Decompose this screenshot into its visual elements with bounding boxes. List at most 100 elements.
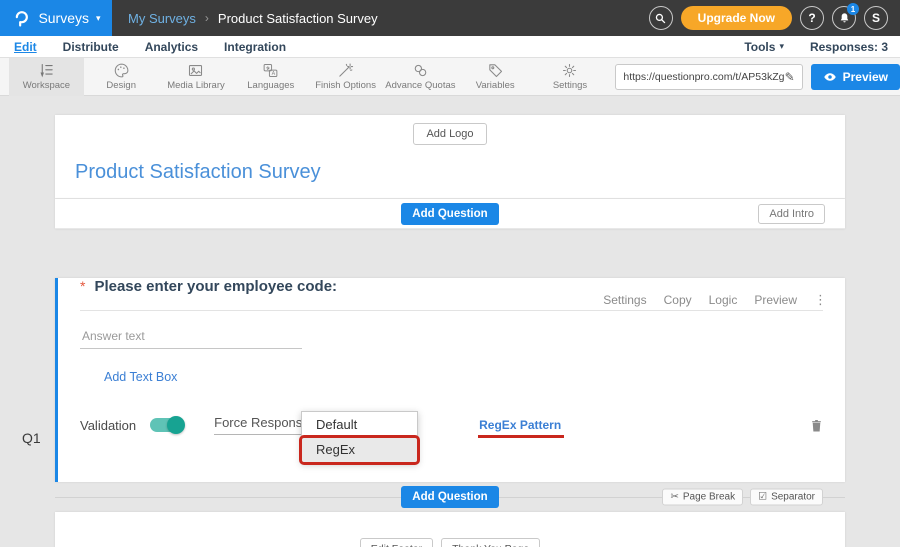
toolbar-item-label: Settings bbox=[553, 80, 587, 91]
subnav-right: Tools ▾ Responses: 3 bbox=[744, 40, 900, 54]
chevron-down-icon: ▾ bbox=[779, 42, 784, 51]
upgrade-now-button[interactable]: Upgrade Now bbox=[681, 6, 792, 30]
question-text[interactable]: Please enter your employee code: bbox=[94, 278, 337, 295]
tab-edit[interactable]: Edit bbox=[14, 40, 37, 54]
survey-url-input[interactable] bbox=[623, 71, 784, 83]
svg-text:A: A bbox=[272, 71, 276, 77]
tab-analytics[interactable]: Analytics bbox=[145, 40, 198, 54]
tools-label: Tools bbox=[744, 40, 775, 54]
strip-right-buttons: ✂ Page Break ☑ Separator bbox=[662, 489, 823, 506]
survey-footer-section: Edit Footer Thank You Page bbox=[55, 512, 845, 547]
trash-icon bbox=[810, 418, 823, 433]
toolbar-item-workspace[interactable]: Workspace bbox=[9, 58, 84, 96]
breadcrumb-current-survey: Product Satisfaction Survey bbox=[218, 11, 378, 26]
annotation-underline bbox=[478, 435, 564, 439]
tab-distribute[interactable]: Distribute bbox=[63, 40, 119, 54]
question-copy-link[interactable]: Copy bbox=[664, 293, 692, 307]
force-response-value: Force Response bbox=[214, 415, 309, 430]
toolbar-item-label: Workspace bbox=[23, 80, 70, 91]
account-avatar[interactable]: S bbox=[864, 6, 888, 30]
validation-label: Validation bbox=[80, 418, 136, 433]
add-question-button-bottom[interactable]: Add Question bbox=[401, 486, 498, 508]
scissors-icon: ✂ bbox=[670, 492, 678, 503]
question-settings-link[interactable]: Settings bbox=[603, 293, 646, 307]
dropdown-option-regex[interactable]: RegEx bbox=[302, 437, 417, 462]
questionpro-logo-icon bbox=[11, 8, 31, 28]
notifications-button[interactable]: 1 bbox=[832, 6, 856, 30]
edit-footer-button[interactable]: Edit Footer bbox=[360, 538, 433, 547]
breadcrumb-separator: › bbox=[205, 11, 209, 25]
toolbar-item-settings[interactable]: Settings bbox=[533, 58, 608, 96]
survey-nav: Edit Distribute Analytics Integration To… bbox=[0, 36, 900, 58]
toolbar-item-media-library[interactable]: Media Library bbox=[159, 58, 234, 96]
product-menu[interactable]: Surveys ▾ bbox=[0, 0, 112, 36]
question-number: Q1 bbox=[22, 430, 41, 446]
separator-button[interactable]: ☑ Separator bbox=[750, 489, 823, 506]
toolbar-item-label: Finish Options bbox=[315, 80, 376, 91]
topbar-actions: Upgrade Now ? 1 S bbox=[649, 6, 900, 30]
regex-pattern-label: RegEx Pattern bbox=[479, 418, 561, 432]
breadcrumb-my-surveys[interactable]: My Surveys bbox=[128, 11, 196, 26]
toolbar-item-finish-options[interactable]: Finish Options bbox=[308, 58, 383, 96]
question-logic-link[interactable]: Logic bbox=[709, 293, 738, 307]
toolbar-item-languages[interactable]: A Languages bbox=[233, 58, 308, 96]
toolbar-item-advance-quotas[interactable]: Advance Quotas bbox=[383, 58, 458, 96]
advance-quotas-links-icon bbox=[412, 62, 429, 79]
languages-icon: A bbox=[262, 62, 279, 79]
toolbar-item-variables[interactable]: Variables bbox=[458, 58, 533, 96]
toolbar-item-design[interactable]: Design bbox=[84, 58, 159, 96]
product-menu-label: Surveys bbox=[38, 10, 89, 26]
answer-text-input[interactable] bbox=[80, 327, 302, 349]
eye-icon bbox=[823, 70, 837, 84]
question-actions: Settings Copy Logic Preview ⋮ bbox=[603, 292, 827, 308]
search-button[interactable] bbox=[649, 6, 673, 30]
breadcrumb: My Surveys › Product Satisfaction Survey bbox=[128, 11, 378, 26]
tools-menu[interactable]: Tools ▾ bbox=[744, 40, 784, 54]
settings-gear-icon bbox=[561, 62, 578, 79]
add-question-button-top[interactable]: Add Question bbox=[401, 203, 498, 225]
regex-pattern-link[interactable]: RegEx Pattern bbox=[479, 418, 561, 432]
toolbar-item-label: Languages bbox=[247, 80, 294, 91]
question-text-underline bbox=[80, 310, 823, 311]
add-logo-button[interactable]: Add Logo bbox=[413, 123, 486, 145]
checkbox-icon: ☑ bbox=[758, 492, 767, 503]
delete-question-button[interactable] bbox=[810, 418, 823, 433]
topbar: Surveys ▾ My Surveys › Product Satisfact… bbox=[0, 0, 900, 36]
tab-integration[interactable]: Integration bbox=[224, 40, 286, 54]
add-intro-button[interactable]: Add Intro bbox=[758, 204, 825, 224]
question-preview-link[interactable]: Preview bbox=[754, 293, 797, 307]
between-questions-strip: Add Question ✂ Page Break ☑ Separator bbox=[55, 482, 845, 512]
workspace-icon bbox=[38, 62, 55, 79]
dropdown-option-regex-label: RegEx bbox=[316, 442, 355, 457]
survey-url-box: ✎ bbox=[615, 64, 802, 90]
toolbar-item-label: Variables bbox=[476, 80, 515, 91]
finish-options-wand-icon bbox=[337, 62, 354, 79]
thank-you-page-button[interactable]: Thank You Page bbox=[441, 538, 540, 547]
notification-badge: 1 bbox=[847, 3, 859, 15]
required-marker: * bbox=[80, 278, 85, 294]
validation-type-dropdown: Default RegEx bbox=[301, 411, 418, 463]
preview-button[interactable]: Preview bbox=[811, 64, 900, 90]
editor-toolbar: Workspace Design Media Library A Languag… bbox=[0, 58, 900, 96]
add-text-box-link[interactable]: Add Text Box bbox=[104, 370, 177, 384]
design-palette-icon bbox=[113, 62, 130, 79]
kebab-menu-icon[interactable]: ⋮ bbox=[814, 292, 827, 308]
media-library-icon bbox=[187, 62, 204, 79]
search-icon bbox=[654, 12, 667, 25]
edit-url-pencil-icon[interactable]: ✎ bbox=[785, 70, 795, 84]
preview-label: Preview bbox=[843, 70, 888, 84]
toolbar-item-label: Advance Quotas bbox=[385, 80, 455, 91]
questionpro-survey-editor: Surveys ▾ My Surveys › Product Satisfact… bbox=[0, 0, 900, 547]
survey-header-section: Add Logo Product Satisfaction Survey bbox=[55, 115, 845, 199]
responses-link[interactable]: Responses: 3 bbox=[810, 40, 888, 54]
page-break-label: Page Break bbox=[683, 492, 735, 503]
validation-toggle[interactable] bbox=[150, 418, 184, 432]
dropdown-option-default[interactable]: Default bbox=[302, 412, 417, 437]
help-button[interactable]: ? bbox=[800, 6, 824, 30]
toolbar-item-label: Design bbox=[106, 80, 136, 91]
survey-title[interactable]: Product Satisfaction Survey bbox=[75, 161, 845, 184]
variables-tag-icon bbox=[487, 62, 504, 79]
chevron-down-icon: ▾ bbox=[96, 14, 101, 23]
question-card-q1: Q1 Settings Copy Logic Preview ⋮ * Pleas… bbox=[55, 278, 845, 482]
page-break-button[interactable]: ✂ Page Break bbox=[662, 489, 743, 506]
